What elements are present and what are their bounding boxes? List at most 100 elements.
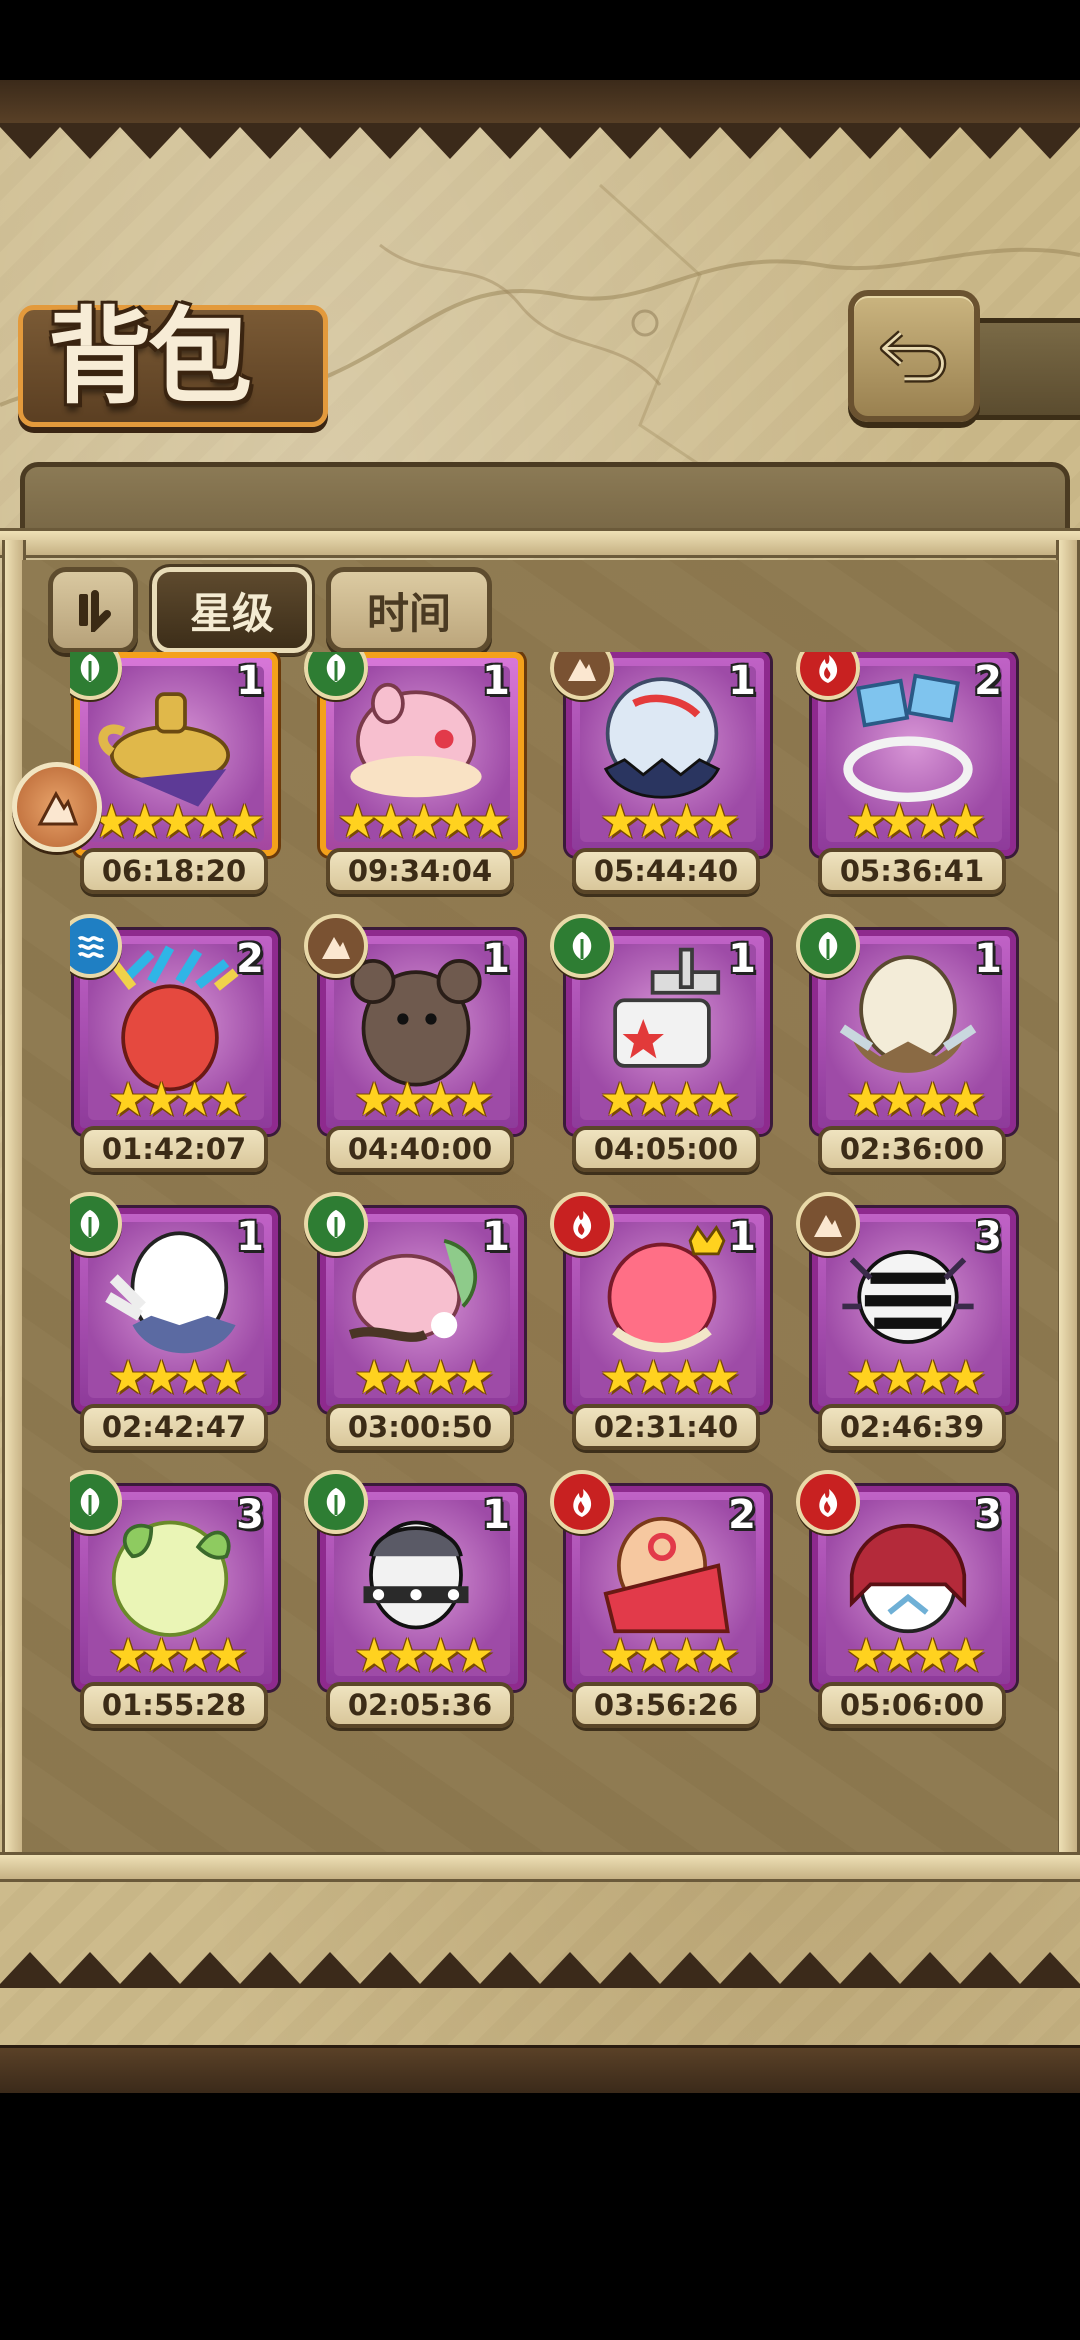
star-icon: ★ (699, 794, 741, 848)
star-icon: ★ (699, 1628, 741, 1682)
hatch-timer: 05:44:40 (572, 848, 760, 894)
hatch-timer: 02:36:00 (818, 1126, 1006, 1172)
zigzag-bottom (0, 1952, 1080, 1988)
star-rating: ★ ★ ★ ★ (828, 1354, 1004, 1400)
egg-slot-spiked-egg[interactable]: 1 ★ ★ ★ ★ 02:05:36 (304, 1470, 526, 1728)
star-rating: ★ ★ ★ ★ (90, 1354, 266, 1400)
hatch-timer: 04:05:00 (572, 1126, 760, 1172)
star-rating: ★ ★ ★ ★ (582, 1632, 758, 1678)
earth-element-icon (304, 914, 368, 978)
star-icon: ★ (207, 1350, 249, 1404)
forest-element-icon (304, 1470, 368, 1534)
star-rating: ★ ★ ★ ★ (828, 1632, 1004, 1678)
egg-quantity: 1 (482, 936, 510, 982)
egg-quantity: 2 (728, 1492, 756, 1538)
egg-slot-pink-cloud-egg[interactable]: 1 ★ ★ ★ ★ ★ 09:34:04 (304, 652, 526, 894)
star-icon: ★ (945, 1350, 987, 1404)
egg-grid: 1 ★ ★ ★ ★ ★ 06:18:20 1 ★ ★ ★ ★ ★ 09:34:04 1 ★ ★ ★ ★ 05:44:4… (70, 652, 1030, 1832)
star-icon: ★ (207, 1628, 249, 1682)
egg-slot-wing-egg[interactable]: 1 ★ ★ ★ ★ 02:42:47 (70, 1192, 280, 1450)
forest-element-icon (304, 1192, 368, 1256)
egg-slot-feather-egg[interactable]: 2 ★ ★ ★ ★ 01:42:07 (70, 914, 280, 1172)
star-icon: ★ (223, 794, 266, 848)
star-rating: ★ ★ ★ ★ (582, 1076, 758, 1122)
hatch-timer: 02:42:47 (80, 1404, 268, 1450)
hatch-timer: 05:36:41 (818, 848, 1006, 894)
egg-quantity: 1 (974, 936, 1002, 982)
sort-by-time-button[interactable]: 时间 (326, 567, 492, 653)
panel-rail-right (1056, 540, 1080, 1870)
fire-element-icon (550, 1470, 614, 1534)
top-border (0, 80, 1080, 128)
egg-quantity: 1 (482, 1492, 510, 1538)
egg-slot-hood-egg[interactable]: 3 ★ ★ ★ ★ 05:06:00 (796, 1470, 1018, 1728)
star-rating: ★ ★ ★ ★ ★ (90, 798, 266, 844)
fire-element-icon (796, 1470, 860, 1534)
star-icon: ★ (453, 1350, 495, 1404)
egg-quantity: 3 (974, 1492, 1002, 1538)
egg-quantity: 1 (236, 658, 264, 704)
star-icon: ★ (699, 1072, 741, 1126)
panel-rail-top (0, 528, 1080, 558)
egg-quantity: 1 (728, 1214, 756, 1260)
earth-element-icon (37, 790, 79, 826)
egg-quantity: 3 (236, 1492, 264, 1538)
star-icon: ★ (945, 1628, 987, 1682)
earth-element-icon (796, 1192, 860, 1256)
egg-slot-spider-egg[interactable]: 3 ★ ★ ★ ★ 02:46:39 (796, 1192, 1018, 1450)
star-rating: ★ ★ ★ ★ (828, 1076, 1004, 1122)
egg-slot-crystal-ball-egg[interactable]: 1 ★ ★ ★ ★ 05:44:40 (550, 652, 772, 894)
egg-quantity: 1 (236, 1214, 264, 1260)
hatch-timer: 05:06:00 (818, 1682, 1006, 1728)
star-rating: ★ ★ ★ ★ (336, 1354, 512, 1400)
egg-slot-mouse-egg[interactable]: 1 ★ ★ ★ ★ 04:40:00 (304, 914, 526, 1172)
hatch-timer: 01:42:07 (80, 1126, 268, 1172)
star-rating: ★ ★ ★ ★ (582, 1354, 758, 1400)
sort-order-toggle[interactable] (48, 567, 138, 653)
egg-slot-nest-egg[interactable]: 1 ★ ★ ★ ★ 02:36:00 (796, 914, 1018, 1172)
egg-slot-kimono-egg[interactable]: 2 ★ ★ ★ ★ 03:56:26 (550, 1470, 772, 1728)
egg-slot-crown-egg[interactable]: 1 ★ ★ ★ ★ 02:31:40 (550, 1192, 772, 1450)
star-rating: ★ ★ ★ ★ (828, 798, 1004, 844)
egg-slot-ice-flag-egg[interactable]: 2 ★ ★ ★ ★ 05:36:41 (796, 652, 1018, 894)
sort-by-stars-button[interactable]: 星级 (149, 564, 315, 656)
egg-slot-leaf-egg[interactable]: 3 ★ ★ ★ ★ 01:55:28 (70, 1470, 280, 1728)
hatch-timer: 02:05:36 (326, 1682, 514, 1728)
hatch-timer: 03:00:50 (326, 1404, 514, 1450)
hatch-timer: 03:56:26 (572, 1682, 760, 1728)
star-rating: ★ ★ ★ ★ ★ (336, 798, 512, 844)
star-icon: ★ (945, 1072, 987, 1126)
egg-quantity: 1 (482, 658, 510, 704)
hatch-timer: 04:40:00 (326, 1126, 514, 1172)
star-icon: ★ (207, 1072, 249, 1126)
side-tab-button[interactable] (12, 762, 102, 852)
hatch-timer: 09:34:04 (326, 848, 514, 894)
hatch-timer: 01:55:28 (80, 1682, 268, 1728)
egg-quantity: 1 (728, 936, 756, 982)
fire-element-icon (550, 1192, 614, 1256)
panel-rail-bottom (0, 1852, 1080, 1882)
sort-order-icon (79, 590, 111, 632)
hatch-timer: 02:46:39 (818, 1404, 1006, 1450)
egg-quantity: 1 (728, 658, 756, 704)
egg-quantity: 3 (974, 1214, 1002, 1260)
star-rating: ★ ★ ★ ★ (582, 798, 758, 844)
page-title: 背包 (48, 296, 252, 418)
egg-quantity: 2 (974, 658, 1002, 704)
hatch-timer: 06:18:20 (80, 848, 268, 894)
forest-element-icon (550, 914, 614, 978)
bottom-border (0, 2045, 1080, 2093)
egg-quantity: 1 (482, 1214, 510, 1260)
back-button[interactable] (848, 290, 980, 422)
egg-slot-cannon-egg[interactable]: 1 ★ ★ ★ ★ 04:05:00 (550, 914, 772, 1172)
star-rating: ★ ★ ★ ★ (90, 1076, 266, 1122)
star-icon: ★ (469, 794, 512, 848)
forest-element-icon (796, 914, 860, 978)
star-icon: ★ (453, 1628, 495, 1682)
star-icon: ★ (699, 1350, 741, 1404)
egg-slot-lamp-egg[interactable]: 1 ★ ★ ★ ★ ★ 06:18:20 (70, 652, 280, 894)
egg-slot-pink-pig-egg[interactable]: 1 ★ ★ ★ ★ 03:00:50 (304, 1192, 526, 1450)
star-rating: ★ ★ ★ ★ (336, 1632, 512, 1678)
star-icon: ★ (945, 794, 987, 848)
star-rating: ★ ★ ★ ★ (336, 1076, 512, 1122)
